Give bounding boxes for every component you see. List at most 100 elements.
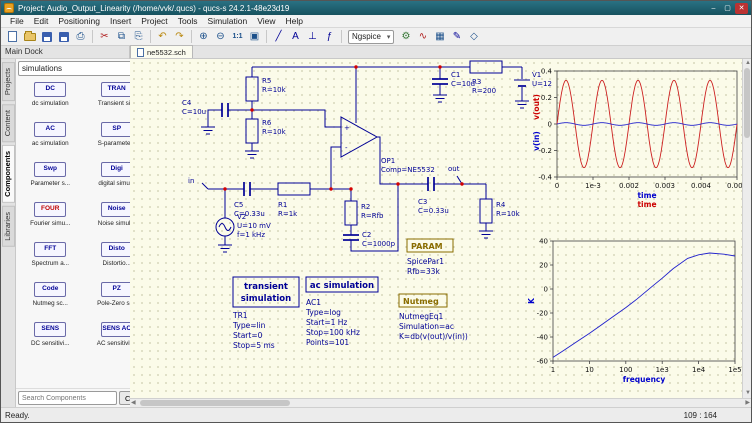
- minimize-button[interactable]: –: [707, 3, 720, 14]
- component-icon-9: Disto: [100, 242, 133, 257]
- svg-text:NutmegEq1: NutmegEq1: [399, 312, 443, 321]
- svg-text:C5: C5: [234, 201, 243, 209]
- menu-file[interactable]: File: [5, 16, 29, 26]
- print-icon[interactable]: ⎙: [73, 29, 88, 44]
- sim-block-ac[interactable]: ac simulation AC1 Type=log Start=1 Hz St…: [305, 276, 379, 347]
- capacitor-c3[interactable]: C3 C=0.33u: [418, 177, 449, 215]
- resistor-r3[interactable]: R3 R=200: [469, 60, 503, 95]
- menu-view[interactable]: View: [252, 16, 280, 26]
- component-spectrum-analysis[interactable]: FFT Spectrum a...: [17, 239, 83, 279]
- menu-help[interactable]: Help: [281, 16, 308, 26]
- svg-text:Start=0: Start=0: [233, 331, 263, 340]
- close-button[interactable]: ✕: [735, 2, 748, 14]
- frequency-response-diagram[interactable]: 1 10 100 1e3 1e4 1e5 40 20 0 -20 -40 -60 frequency K: [526, 235, 742, 395]
- resistor-r5[interactable]: R5 R=10k: [245, 76, 287, 102]
- svg-text:0: 0: [555, 182, 559, 190]
- cut-icon[interactable]: ✂: [97, 29, 112, 44]
- svg-text:1e5: 1e5: [728, 366, 741, 374]
- menu-insert[interactable]: Insert: [105, 16, 136, 26]
- zoom-out-icon[interactable]: ⊖: [213, 29, 228, 44]
- resistor-r2[interactable]: R2 R=Rfb: [344, 200, 384, 226]
- tab-ne5532-sch[interactable]: ne5532.sch: [130, 45, 193, 58]
- svg-text:R=10k: R=10k: [262, 86, 287, 94]
- copy-icon[interactable]: ⧉: [114, 29, 129, 44]
- open-folder-icon[interactable]: [22, 29, 37, 44]
- tab-content[interactable]: Content: [1, 104, 15, 143]
- component-parameter-sweep[interactable]: Swp Parameter s...: [17, 159, 83, 199]
- component-icon-0: DC: [34, 82, 67, 97]
- zoom-fit-icon[interactable]: ▣: [247, 29, 262, 44]
- capacitor-c1[interactable]: C1 C=10u: [432, 71, 475, 88]
- opamp-op1[interactable]: + - OP1 Comp=NE5532: [340, 116, 435, 174]
- component-dc-sensitivity[interactable]: SENS DC sensitivi...: [17, 319, 83, 359]
- simulator-select[interactable]: Ngspice ▾: [348, 29, 395, 44]
- diagram-icon[interactable]: ▦: [432, 29, 447, 44]
- horizontal-scrollbar[interactable]: ◀ ▶: [130, 398, 751, 407]
- svg-text:C=0.33u: C=0.33u: [418, 207, 449, 215]
- toolbar-separator: [150, 30, 151, 43]
- scroll-left-icon[interactable]: ◀: [131, 399, 136, 408]
- save-all-icon[interactable]: [56, 29, 71, 44]
- resistor-r6[interactable]: R6 R=10k: [245, 118, 287, 144]
- undo-icon[interactable]: ↶: [155, 29, 170, 44]
- scroll-right-icon[interactable]: ▶: [745, 399, 750, 408]
- sim-block-transient[interactable]: transient simulation TR1 Type=lin Start=…: [232, 276, 300, 350]
- menu-edit[interactable]: Edit: [29, 16, 54, 26]
- tab-libraries[interactable]: Libraries: [1, 206, 15, 247]
- component-ac-simulation[interactable]: AC ac simulation: [17, 119, 83, 159]
- vertical-scrollbar[interactable]: ▲ ▼: [742, 59, 751, 398]
- wire-tool-icon[interactable]: ╱: [271, 29, 286, 44]
- equation-tool-icon[interactable]: ƒ: [322, 29, 337, 44]
- tab-projects[interactable]: Projects: [1, 62, 15, 102]
- zoom-100-icon[interactable]: 1:1: [230, 29, 245, 44]
- window-title: Project: Audio_Output_Linearity (/home/v…: [18, 3, 290, 13]
- time-domain-diagram[interactable]: 01e-30.0020.0030.0040.0050.40.20-0.2-0.4…: [531, 63, 742, 213]
- wire-label-in[interactable]: in: [188, 177, 194, 185]
- label-tool-icon[interactable]: A: [288, 29, 303, 44]
- capacitor-c4[interactable]: C4 C=10u: [182, 99, 229, 117]
- svg-text:0.2: 0.2: [541, 94, 552, 102]
- search-input[interactable]: [18, 391, 117, 405]
- schematic-canvas[interactable]: R5 R=10k R6 R=10k C4 C=10u C1 C=10u R3 R…: [130, 59, 742, 398]
- new-file-icon[interactable]: [5, 29, 20, 44]
- marker-icon[interactable]: ◇: [466, 29, 481, 44]
- nutmeg-block[interactable]: Nutmeg NutmegEq1 Simulation=ac K=db(v(ou…: [398, 293, 468, 341]
- svg-text:Stop=5 ms: Stop=5 ms: [233, 341, 275, 350]
- vertical-scroll-thumb[interactable]: [744, 68, 750, 138]
- redo-icon[interactable]: ↷: [172, 29, 187, 44]
- component-icon-1: TRAN: [100, 82, 133, 97]
- horizontal-scroll-thumb[interactable]: [140, 400, 290, 406]
- param-block[interactable]: PARAM SpicePar1 Rfb=33k: [406, 238, 454, 276]
- component-dc-simulation[interactable]: DC dc simulation: [17, 79, 83, 119]
- svg-text:f=1 kHz: f=1 kHz: [237, 231, 265, 239]
- tab-components[interactable]: Components: [1, 145, 15, 204]
- menu-simulation[interactable]: Simulation: [203, 16, 253, 26]
- resistor-r1[interactable]: R1 R=1k: [277, 182, 311, 218]
- ground-tool-icon[interactable]: ⊥: [305, 29, 320, 44]
- svg-text:TR1: TR1: [232, 311, 248, 320]
- simulate-icon[interactable]: ⚙: [398, 29, 413, 44]
- save-icon[interactable]: [39, 29, 54, 44]
- view-data-icon[interactable]: ∿: [415, 29, 430, 44]
- scroll-up-icon[interactable]: ▲: [745, 59, 751, 68]
- zoom-in-icon[interactable]: ⊕: [196, 29, 211, 44]
- svg-text:+: +: [344, 124, 350, 132]
- svg-text:R=Rfb: R=Rfb: [361, 212, 384, 220]
- wire-label-out[interactable]: out: [448, 165, 460, 173]
- scroll-down-icon[interactable]: ▼: [745, 389, 751, 398]
- resistor-r4[interactable]: R4 R=10k: [479, 198, 521, 224]
- svg-text:Simulation=ac: Simulation=ac: [399, 322, 454, 331]
- schematic-file-icon: [137, 47, 144, 57]
- paste-icon[interactable]: ⎘: [131, 29, 146, 44]
- menu-positioning[interactable]: Positioning: [53, 16, 105, 26]
- maximize-button[interactable]: ▢: [721, 3, 734, 14]
- component-nutmeg-script[interactable]: Code Nutmeg sc...: [17, 279, 83, 319]
- menu-project[interactable]: Project: [136, 16, 172, 26]
- component-fourier-simulation[interactable]: FOUR Fourier simu...: [17, 199, 83, 239]
- menu-tools[interactable]: Tools: [173, 16, 203, 26]
- component-icon-3: SP: [100, 122, 133, 137]
- svg-text:100: 100: [619, 366, 632, 374]
- text-editor-icon[interactable]: ✎: [449, 29, 464, 44]
- titlebar: Project: Audio_Output_Linearity (/home/v…: [1, 1, 751, 15]
- toolbar-separator: [266, 30, 267, 43]
